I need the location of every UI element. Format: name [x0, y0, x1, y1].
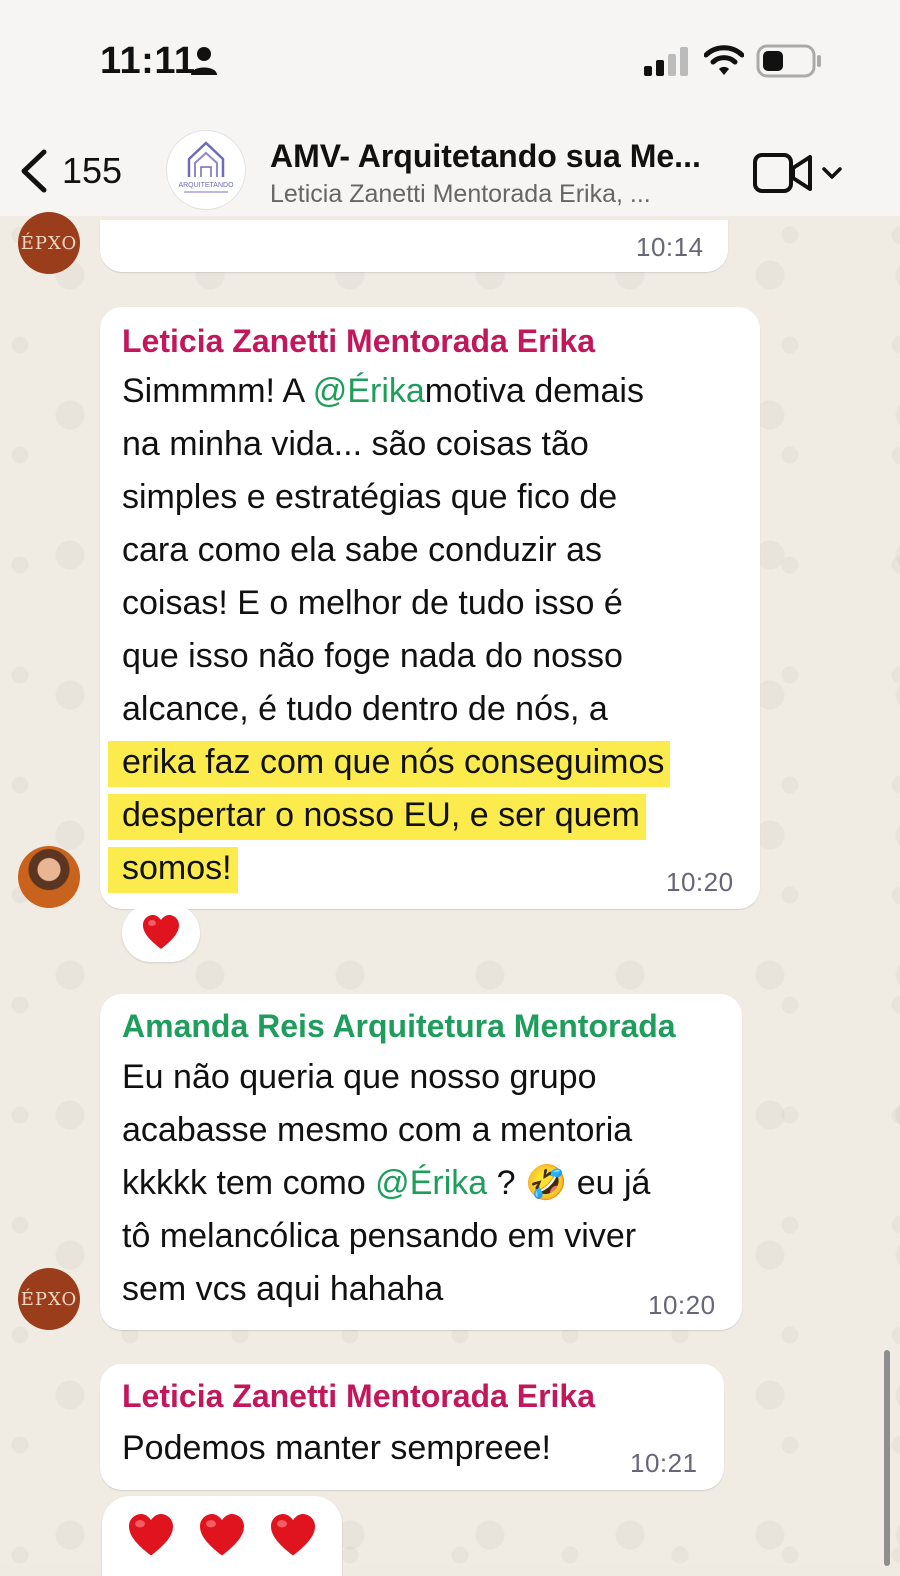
- message-line: alcance, é tudo dentro de nós, a: [122, 690, 608, 728]
- message-time: 10:14: [636, 232, 704, 262]
- group-avatar[interactable]: ARQUITETANDO: [166, 130, 246, 210]
- status-time: 11:11: [100, 40, 196, 82]
- message-line: que isso não foge nada do nosso: [122, 637, 623, 675]
- message-bubble[interactable]: 10:14: [100, 220, 728, 272]
- scrollbar[interactable]: [884, 1350, 890, 1566]
- house-logo-icon: ARQUITETANDO: [178, 141, 234, 193]
- back-chevron-icon: [21, 149, 47, 193]
- message-line: cara como ela sabe conduzir as: [122, 531, 603, 569]
- message-time: 10:20: [648, 1290, 716, 1320]
- message-time: 10:21: [630, 1448, 698, 1478]
- message-line: kkkkk tem como @Érika ? 🤣 eu já: [122, 1164, 651, 1202]
- message-bubble[interactable]: Leticia Zanetti Mentorada Erika Simmmm! …: [100, 307, 760, 909]
- sender-name[interactable]: Leticia Zanetti Mentorada Erika: [122, 1378, 595, 1415]
- heart-icon: [270, 1514, 315, 1556]
- avatar[interactable]: ÉPXO: [18, 212, 80, 274]
- avatar[interactable]: ÉPXO: [18, 1268, 80, 1330]
- video-call-icon: [753, 153, 812, 193]
- group-members[interactable]: Leticia Zanetti Mentorada Erika, ...: [270, 180, 651, 209]
- group-title[interactable]: AMV- Arquitetando sua Me...: [270, 138, 701, 175]
- highlighted-text: despertar o nosso EU, e ser quem: [108, 794, 646, 840]
- mention-at[interactable]: @: [375, 1164, 410, 1202]
- heart-icon: [143, 915, 179, 949]
- unread-count: 155: [62, 150, 123, 191]
- message-line: simples e estratégias que fico de: [122, 478, 618, 516]
- avatar[interactable]: [18, 846, 80, 908]
- heart-icon: [199, 1514, 244, 1556]
- message-line: na minha vida... são coisas tão: [122, 425, 589, 463]
- message-bubble[interactable]: Amanda Reis Arquitetura Mentorada Eu não…: [100, 994, 742, 1330]
- message-line: sem vcs aqui hahaha: [122, 1270, 444, 1308]
- signal-icon: [644, 47, 688, 76]
- sender-name[interactable]: Leticia Zanetti Mentorada Erika: [122, 323, 595, 360]
- person-icon: [191, 47, 217, 75]
- message-line: coisas! E o melhor de tudo isso é: [122, 584, 623, 622]
- status-bar: 11:11: [0, 0, 900, 120]
- video-call-button[interactable]: [752, 150, 844, 201]
- reaction-chip[interactable]: [102, 1496, 342, 1576]
- message-line: Eu não queria que nosso grupo: [122, 1058, 597, 1096]
- message-line: Simmmm! A @Érikamotiva demais: [122, 372, 644, 410]
- battery-icon: [756, 44, 821, 78]
- message-line: Podemos manter sempreee!: [122, 1429, 551, 1467]
- reaction-chip[interactable]: [122, 904, 200, 962]
- chevron-down-icon: [822, 167, 843, 179]
- svg-text:ARQUITETANDO: ARQUITETANDO: [178, 182, 234, 189]
- mention-link[interactable]: Érika: [347, 372, 424, 410]
- message-line: acabasse mesmo com a mentoria: [122, 1111, 633, 1149]
- message-line: tô melancólica pensando em viver: [122, 1217, 637, 1255]
- message-bubble[interactable]: Leticia Zanetti Mentorada Erika Podemos …: [100, 1364, 724, 1490]
- highlighted-text: erika faz com que nós conseguimos: [108, 741, 671, 787]
- heart-icon: [129, 1514, 174, 1556]
- back-button[interactable]: 155: [18, 146, 138, 196]
- wifi-icon: [704, 45, 744, 75]
- mention-link[interactable]: Érika: [410, 1164, 487, 1202]
- highlighted-text: somos!: [108, 847, 238, 893]
- message-time: 10:20: [666, 867, 734, 897]
- sender-name[interactable]: Amanda Reis Arquitetura Mentorada: [122, 1008, 676, 1045]
- mention-at[interactable]: @: [313, 372, 348, 410]
- chat-header: 155 ARQUITETANDO AMV- Arquitetando sua M…: [0, 120, 900, 216]
